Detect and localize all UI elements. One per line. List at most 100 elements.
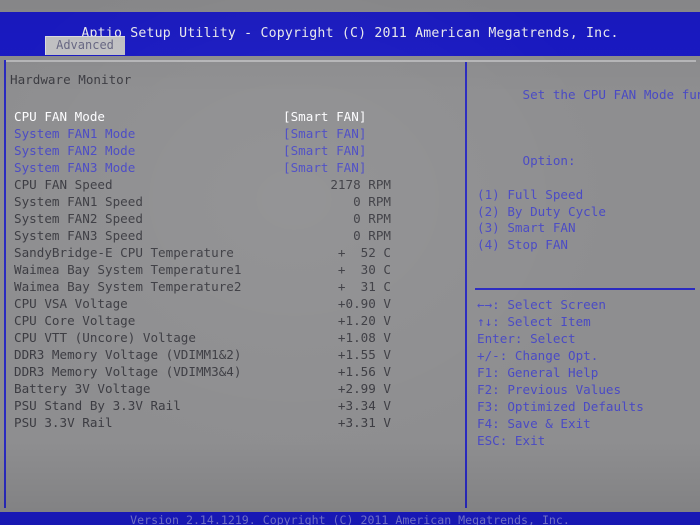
monitor-row: Waimea Bay System Temperature1 + 30 C — [10, 261, 460, 278]
monitor-row: Waimea Bay System Temperature2 + 31 C — [10, 278, 460, 295]
monitor-row: CPU FAN Speed 2178 RPM — [10, 176, 460, 193]
monitor-row-label: System FAN2 Speed — [14, 211, 143, 226]
help-option: (1) Full Speed — [477, 186, 584, 202]
monitor-row[interactable]: System FAN3 Mode [Smart FAN] — [10, 159, 460, 176]
monitor-row-value: 0 RPM — [353, 194, 391, 209]
key-legend-action: : Select Screen — [492, 297, 606, 312]
key-legend-key: ESC — [477, 433, 500, 448]
monitor-row: PSU Stand By 3.3V Rail +3.34 V — [10, 397, 460, 414]
monitor-row: System FAN1 Speed 0 RPM — [10, 193, 460, 210]
monitor-row-label: Waimea Bay System Temperature2 — [14, 279, 242, 294]
monitor-row-value: +1.56 V — [337, 364, 391, 379]
key-legend-key: F2 — [477, 382, 493, 397]
monitor-row-value: +3.34 V — [337, 398, 391, 413]
help-description: Set the CPU FAN Mode function. — [522, 86, 700, 102]
monitor-row-value: +3.31 V — [337, 415, 391, 430]
monitor-row-label: CPU FAN Mode — [14, 109, 105, 124]
monitor-row: System FAN3 Speed 0 RPM — [10, 227, 460, 244]
monitor-row-label: System FAN2 Mode — [14, 143, 136, 158]
key-legend-entry: F2: Previous Values — [477, 381, 699, 398]
monitor-row: Battery 3V Voltage +2.99 V — [10, 380, 460, 397]
key-legend-key: F4 — [477, 416, 493, 431]
monitor-row-label: System FAN3 Mode — [14, 160, 136, 175]
monitor-row[interactable]: System FAN1 Mode [Smart FAN] — [10, 125, 460, 142]
monitor-row-value[interactable]: [Smart FAN] — [283, 108, 366, 125]
monitor-row-value[interactable]: [Smart FAN] — [283, 142, 366, 159]
monitor-row-value[interactable]: [Smart FAN] — [283, 159, 366, 176]
key-legend-action: : Save & Exit — [492, 416, 591, 431]
monitor-row-label: PSU 3.3V Rail — [14, 415, 113, 430]
monitor-row: SandyBridge-E CPU Temperature + 52 C — [10, 244, 460, 261]
help-option: (4) Stop FAN — [477, 237, 568, 253]
monitor-row: CPU VSA Voltage +0.90 V — [10, 295, 460, 312]
monitor-row-value: +1.55 V — [337, 347, 391, 362]
key-legend-key: F1 — [477, 365, 493, 380]
help-spacer — [477, 120, 699, 136]
section-title: Hardware Monitor — [10, 72, 132, 87]
monitor-row: CPU Core Voltage +1.20 V — [10, 312, 460, 329]
key-legend-action: : Optimized Defaults — [492, 399, 644, 414]
key-legend-key: +/- — [477, 348, 500, 363]
monitor-row-label: CPU FAN Speed — [14, 177, 113, 192]
monitor-row-label: CPU Core Voltage — [14, 313, 136, 328]
key-legend-entry: ↑↓: Select Item — [477, 313, 699, 330]
bios-setup-screen: Aptio Setup Utility - Copyright (C) 2011… — [0, 0, 700, 525]
key-legend-entry: F4: Save & Exit — [477, 415, 699, 432]
key-legend-action: : Select Item — [492, 314, 591, 329]
monitor-row-value: +1.20 V — [337, 313, 391, 328]
monitor-row: System FAN2 Speed 0 RPM — [10, 210, 460, 227]
monitor-row: DDR3 Memory Voltage (VDIMM3&4) +1.56 V — [10, 363, 460, 380]
monitor-row-label: DDR3 Memory Voltage (VDIMM3&4) — [14, 364, 242, 379]
footer-text: Version 2.14.1219. Copyright (C) 2011 Am… — [130, 513, 570, 525]
key-legend-key: F3 — [477, 399, 493, 414]
monitor-row[interactable]: CPU FAN Mode [Smart FAN] — [10, 108, 460, 125]
help-panel: Set the CPU FAN Mode function. Option: (… — [465, 62, 700, 508]
monitor-row-value: + 30 C — [337, 262, 391, 277]
help-text: Set the CPU FAN Mode function. Option: (… — [477, 70, 700, 288]
monitor-row-value[interactable]: [Smart FAN] — [283, 125, 366, 142]
monitor-row-value: 0 RPM — [353, 211, 391, 226]
monitor-row: PSU 3.3V Rail +3.31 V — [10, 414, 460, 431]
monitor-row-label: System FAN3 Speed — [14, 228, 143, 243]
monitor-row-label: PSU Stand By 3.3V Rail — [14, 398, 181, 413]
key-legend-key: Enter — [477, 331, 515, 346]
monitor-row[interactable]: System FAN2 Mode [Smart FAN] — [10, 142, 460, 159]
help-divider — [475, 288, 695, 290]
key-legend-entry: Enter: Select — [477, 330, 699, 347]
monitor-row: CPU VTT (Uncore) Voltage +1.08 V — [10, 329, 460, 346]
monitor-row-label: Waimea Bay System Temperature1 — [14, 262, 242, 277]
key-legend-action: : Change Opt. — [499, 348, 599, 363]
monitor-row-value: 2178 RPM — [330, 177, 391, 192]
help-options-label: Option: — [522, 153, 576, 169]
key-legend-action: : Exit — [499, 433, 546, 448]
monitor-row-label: SandyBridge-E CPU Temperature — [14, 245, 234, 260]
tab-advanced[interactable]: Advanced — [45, 36, 125, 55]
monitor-row-value: + 52 C — [337, 245, 391, 260]
key-legend-key: ↑↓ — [477, 314, 493, 329]
monitor-row-value: +0.90 V — [337, 296, 391, 311]
key-legend-entry: F3: Optimized Defaults — [477, 398, 699, 415]
key-legend-action: : Previous Values — [492, 382, 622, 397]
monitor-row-value: +2.99 V — [337, 381, 391, 396]
monitor-row-label: DDR3 Memory Voltage (VDIMM1&2) — [14, 347, 242, 362]
key-legend-entry: F1: General Help — [477, 364, 699, 381]
help-option: (3) Smart FAN — [477, 220, 576, 236]
monitor-row-list: CPU FAN Mode [Smart FAN] System FAN1 Mode [… — [10, 108, 460, 431]
key-legend-key: ←→ — [477, 297, 493, 312]
monitor-row-label: CPU VSA Voltage — [14, 296, 128, 311]
monitor-row-value: + 31 C — [337, 279, 391, 294]
help-option: (2) By Duty Cycle — [477, 203, 606, 219]
monitor-row: DDR3 Memory Voltage (VDIMM1&2) +1.55 V — [10, 346, 460, 363]
key-legend-action: : General Help — [492, 365, 599, 380]
key-legend-entry: ESC: Exit — [477, 432, 699, 449]
monitor-row-label: System FAN1 Speed — [14, 194, 143, 209]
tab-advanced-label: Advanced — [56, 38, 114, 52]
monitor-row-label: Battery 3V Voltage — [14, 381, 151, 396]
key-legend-action: : Select — [514, 331, 576, 346]
monitor-row-value: +1.08 V — [337, 330, 391, 345]
key-legend: ←→: Select Screen ↑↓: Select Item Enter: S… — [477, 296, 699, 449]
key-legend-entry: +/-: Change Opt. — [477, 347, 699, 364]
monitor-row-value: 0 RPM — [353, 228, 391, 243]
key-legend-entry: ←→: Select Screen — [477, 296, 699, 313]
monitor-row-label: System FAN1 Mode — [14, 126, 136, 141]
